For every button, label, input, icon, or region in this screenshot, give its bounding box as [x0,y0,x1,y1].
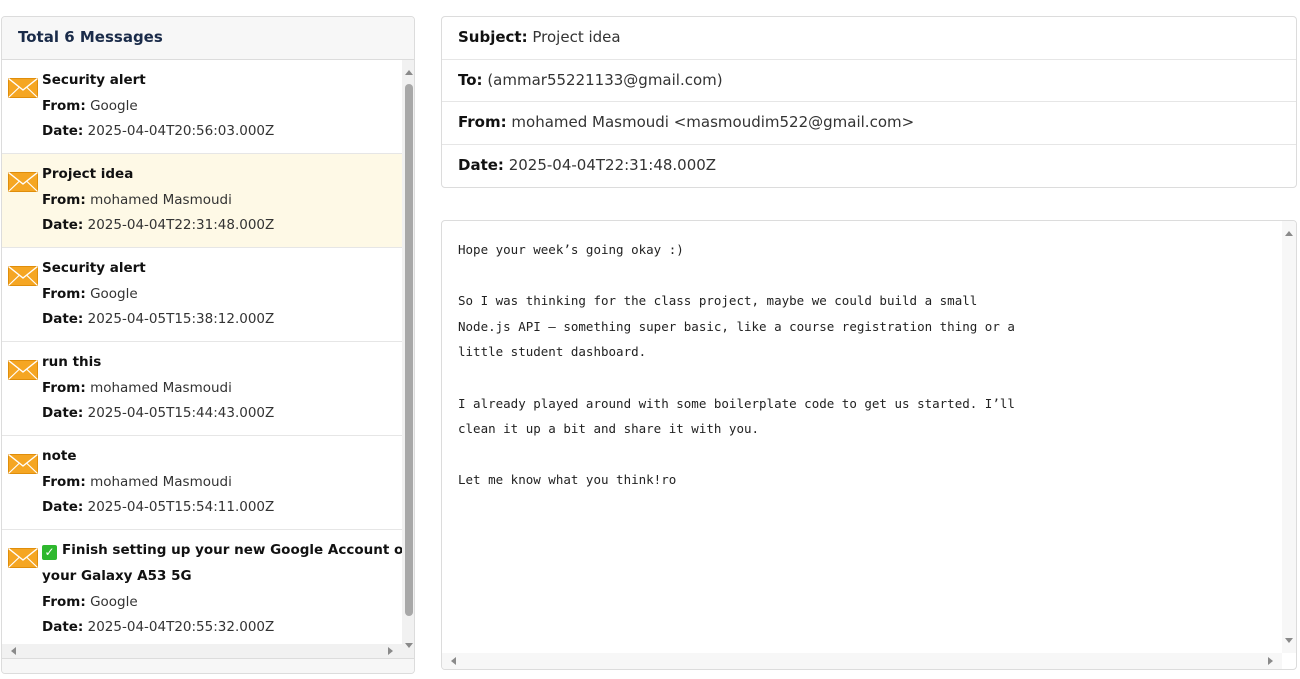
from-value: mohamed Masmoudi <masmoudim522@gmail.com… [511,113,915,131]
message-date: 2025-04-05T15:54:11.000Z [87,499,275,515]
message-date: 2025-04-04T22:31:48.000Z [87,217,275,233]
date-label: Date: [42,405,84,421]
message-from: mohamed Masmoudi [90,380,232,396]
message-header-panel: Subject: Project idea To: (ammar55221133… [441,16,1297,188]
message-from: mohamed Masmoudi [90,474,232,490]
message-body-text: Hope your week’s going okay :) So I was … [458,242,1015,488]
to-value: (ammar55221133@gmail.com) [487,70,723,89]
date-row: Date: 2025-04-04T22:31:48.000Z [442,145,1296,188]
from-label: From: [458,113,507,131]
message-item[interactable]: Security alert From: Google Date: 2025-0… [2,248,402,342]
date-label: Date: [42,217,84,233]
scroll-down-arrow-icon[interactable] [1285,638,1293,643]
message-date: 2025-04-04T20:56:03.000Z [87,123,275,139]
message-from: Google [90,594,138,610]
from-label: From: [42,192,86,208]
subject-row: Subject: Project idea [442,17,1296,60]
from-label: From: [42,98,86,114]
message-item[interactable]: Security alert From: Google Date: 2025-0… [2,60,402,154]
envelope-icon [8,266,38,286]
message-item[interactable]: ✓ Finish setting up your new Google Accou… [2,530,402,658]
message-from: mohamed Masmoudi [90,192,232,208]
scroll-up-arrow-icon[interactable] [1285,231,1293,236]
check-mark-icon: ✓ [42,545,57,560]
message-body-horizontal-scrollbar[interactable] [442,653,1282,669]
message-date: 2025-04-05T15:44:43.000Z [87,405,275,421]
message-subject: run this [42,354,102,370]
scrollbar-thumb[interactable] [405,84,413,616]
subject-label: Subject: [458,28,528,46]
message-from: Google [90,98,138,114]
message-date: 2025-04-05T15:38:12.000Z [87,311,275,327]
envelope-icon [8,172,38,192]
from-label: From: [42,286,86,302]
date-label: Date: [42,123,84,139]
message-list-panel: Total 6 Messages Security alert From: Go… [1,16,415,674]
envelope-icon [8,78,38,98]
message-list-horizontal-scrollbar[interactable] [2,644,402,658]
scroll-right-arrow-icon[interactable] [1268,657,1273,665]
envelope-icon [8,360,38,380]
subject-value: Project idea [532,28,621,46]
envelope-icon [8,548,38,568]
scroll-up-arrow-icon[interactable] [405,70,413,75]
date-label: Date: [458,155,504,174]
scroll-down-arrow-icon[interactable] [405,643,413,648]
date-label: Date: [42,311,84,327]
message-item[interactable]: note From: mohamed Masmoudi Date: 2025-0… [2,436,402,530]
scroll-left-arrow-icon[interactable] [11,647,16,655]
date-label: Date: [42,499,84,515]
scroll-left-arrow-icon[interactable] [451,657,456,665]
message-list-footer [2,658,414,673]
message-subject: note [42,448,77,464]
message-subject-continued: your Galaxy A53 5G [42,568,192,584]
message-body-panel[interactable]: Hope your week’s going okay :) So I was … [441,220,1297,670]
message-count-title: Total 6 Messages [2,17,414,60]
message-list: Security alert From: Google Date: 2025-0… [2,60,402,658]
date-value: 2025-04-04T22:31:48.000Z [508,155,717,174]
to-label: To: [458,70,483,89]
to-row: To: (ammar55221133@gmail.com) [442,60,1296,102]
message-subject: Finish setting up your new Google Accoun… [62,542,402,558]
message-subject: Security alert [42,72,146,88]
message-body-vertical-scrollbar[interactable] [1282,221,1296,653]
message-item[interactable]: run this From: mohamed Masmoudi Date: 20… [2,342,402,436]
from-label: From: [42,594,86,610]
from-label: From: [42,474,86,490]
from-row: From: mohamed Masmoudi <masmoudim522@gma… [442,102,1296,145]
message-date: 2025-04-04T20:55:32.000Z [87,619,275,635]
message-subject: Security alert [42,260,146,276]
message-item-selected[interactable]: Project idea From: mohamed Masmoudi Date… [2,154,402,248]
scroll-right-arrow-icon[interactable] [388,647,393,655]
message-subject: Project idea [42,166,134,182]
from-label: From: [42,380,86,396]
message-list-vertical-scrollbar[interactable] [402,60,414,658]
date-label: Date: [42,619,84,635]
message-from: Google [90,286,138,302]
envelope-icon [8,454,38,474]
